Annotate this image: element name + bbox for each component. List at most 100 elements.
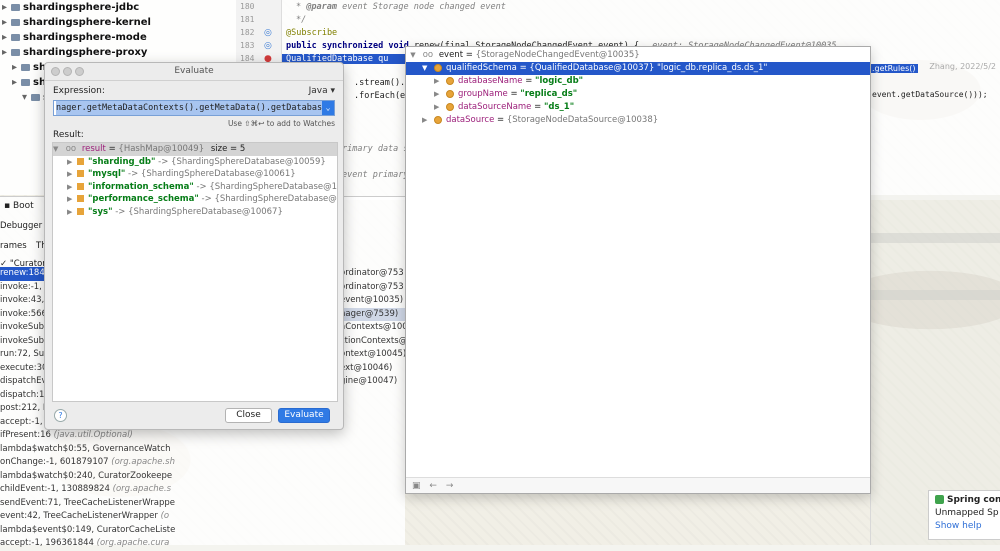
chevron-right-icon[interactable]: ▶ xyxy=(67,206,77,219)
variable-row[interactable]: nager@7539) xyxy=(340,307,406,321)
watch-hint: Use ⇧⌘↩ to add to Watches xyxy=(227,119,335,128)
result-root-row[interactable]: ▼ oo result = {HashMap@10049} size = 5 xyxy=(53,143,337,156)
chevron-down-icon[interactable]: ▼ xyxy=(406,49,420,62)
implementation-gutter-icon[interactable]: ◎ xyxy=(264,28,272,38)
project-tree-item[interactable]: ▸ shardingsphere-mode xyxy=(0,30,240,45)
chevron-down-icon[interactable]: ▼ xyxy=(422,62,434,75)
line-number: 181 xyxy=(240,15,255,24)
code-line: @Subscribe xyxy=(286,28,338,38)
chevron-down-icon[interactable]: ▼ xyxy=(53,143,63,156)
code-line: * @param event Storage node changed even… xyxy=(296,2,506,12)
stack-frame[interactable]: onChange:-1, 601879107 (org.apache.sh xyxy=(0,456,180,470)
show-help-link[interactable]: Show help xyxy=(935,521,996,531)
stack-frame[interactable]: lambda$event$0:149, CuratorCacheListe xyxy=(0,524,180,538)
chevron-right-icon[interactable]: ▶ xyxy=(434,88,446,101)
strip-line xyxy=(871,290,1000,300)
chevron-right-icon[interactable]: ▶ xyxy=(67,156,77,169)
close-button[interactable]: Close xyxy=(225,408,272,423)
stack-frame[interactable]: lambda$watch$0:240, CuratorZookeepe xyxy=(0,470,180,484)
variable-row[interactable]: ctionContexts@ xyxy=(340,335,406,349)
back-arrow-icon[interactable]: ← xyxy=(429,478,437,494)
stack-frame[interactable]: accept:-1, 196361844 (org.apache.cura xyxy=(0,537,180,551)
code-line-overflow: event.getDataSource())); xyxy=(872,90,988,99)
spring-notification[interactable]: Spring confi Unmapped Sp Show help xyxy=(928,490,1000,540)
expression-input[interactable]: nager.getMetaDataContexts().getMetaData(… xyxy=(53,100,335,116)
code-line: rimary data so xyxy=(342,144,414,154)
field-icon xyxy=(434,115,442,124)
variable-row[interactable]: aContexts@100 xyxy=(340,321,406,335)
variable-row[interactable]: ext@10046) xyxy=(340,362,406,376)
chevron-right-icon[interactable]: ▾ xyxy=(22,90,31,105)
result-map-entry[interactable]: ▶ "sys" -> {ShardingSphereDatabase@10067} xyxy=(53,206,337,219)
module-folder-icon xyxy=(21,63,30,71)
project-tree-item[interactable]: ▸ shardingsphere-jdbc xyxy=(0,0,240,15)
result-map-entry[interactable]: ▶ "performance_schema" -> {ShardingSphere… xyxy=(53,193,337,206)
result-map-entry[interactable]: ▶ "sharding_db" -> {ShardingSphereDatabas… xyxy=(53,156,337,169)
language-selector[interactable]: Java ▾ xyxy=(309,86,335,96)
stack-frame[interactable]: sendEvent:71, TreeCacheListenerWrappe xyxy=(0,497,180,511)
popup-field-row[interactable]: ▶ dataSourceName = "ds_1" xyxy=(406,101,870,114)
variable-row[interactable]: event@10035) xyxy=(340,294,406,308)
result-map-entry[interactable]: ▶ "mysql" -> {ShardingSphereDatabase@1006… xyxy=(53,168,337,181)
variable-row[interactable]: ontext@10045) xyxy=(340,348,406,362)
tab-debugger[interactable]: Debugger xyxy=(0,221,42,231)
stack-frame[interactable]: event:42, TreeCacheListenerWrapper (o xyxy=(0,510,180,524)
chevron-right-icon[interactable]: ▶ xyxy=(434,101,446,114)
map-entry-icon xyxy=(77,157,84,165)
popup-root-row[interactable]: ▼ oo event = {StorageNodeChangedEvent@10… xyxy=(406,49,870,62)
field-icon xyxy=(446,89,454,98)
map-entry-icon xyxy=(77,182,84,190)
variable-inspector-popup: ▼ oo event = {StorageNodeChangedEvent@10… xyxy=(405,46,871,494)
module-folder-icon xyxy=(11,18,20,26)
field-icon xyxy=(446,102,454,111)
chevron-right-icon[interactable]: ▸ xyxy=(12,60,21,75)
result-map-entry[interactable]: ▶ "information_schema" -> {ShardingSphere… xyxy=(53,181,337,194)
evaluate-button[interactable]: Evaluate xyxy=(278,408,330,423)
popup-field-row[interactable]: ▶ dataSource = {StorageNodeDataSource@100… xyxy=(406,114,870,127)
chevron-right-icon[interactable]: ▸ xyxy=(2,0,11,15)
map-entry-icon xyxy=(77,170,84,177)
tab-boot[interactable]: ▪ Boot xyxy=(4,201,34,211)
stack-frame[interactable]: childEvent:-1, 130889824 (org.apache.s xyxy=(0,483,180,497)
chevron-right-icon[interactable]: ▶ xyxy=(67,193,77,206)
tab-frames[interactable]: rames xyxy=(0,241,27,251)
dialog-titlebar[interactable]: Evaluate xyxy=(45,63,343,81)
popup-field-row[interactable]: ▶ databaseName = "logic_db" xyxy=(406,75,870,88)
chevron-right-icon[interactable]: ▶ xyxy=(434,75,446,88)
line-number: 182 xyxy=(240,28,255,37)
forward-arrow-icon[interactable]: → xyxy=(446,478,454,494)
variable-row[interactable]: gine@10047) xyxy=(340,375,406,389)
module-folder-icon xyxy=(11,3,20,11)
variable-row[interactable]: ordinator@753 xyxy=(340,267,406,281)
stack-frame[interactable]: ifPresent:16 (java.util.Optional) xyxy=(0,429,180,443)
expression-label: Expression: xyxy=(53,86,105,96)
chevron-right-icon[interactable]: ▸ xyxy=(2,15,11,30)
project-tree-item[interactable]: ▸ shardingsphere-proxy xyxy=(0,45,240,60)
code-line: event primary xyxy=(342,170,409,180)
stack-frame[interactable]: lambda$watch$0:55, GovernanceWatch xyxy=(0,443,180,457)
help-button[interactable]: ? xyxy=(54,409,67,422)
chevron-right-icon[interactable]: ▶ xyxy=(422,114,434,127)
variable-row[interactable]: ordinator@753 xyxy=(340,281,406,295)
object-icon: oo xyxy=(422,50,434,60)
popup-field-row[interactable]: ▶ groupName = "replica_ds" xyxy=(406,88,870,101)
result-tree[interactable]: ▼ oo result = {HashMap@10049} size = 5 ▶… xyxy=(52,142,338,402)
chevron-right-icon[interactable]: ▸ xyxy=(12,75,21,90)
check-icon xyxy=(935,495,944,504)
chevron-down-icon: ▾ xyxy=(330,86,335,96)
chevron-right-icon[interactable]: ▶ xyxy=(67,181,77,194)
chevron-right-icon[interactable]: ▸ xyxy=(2,45,11,60)
history-dropdown-button[interactable]: ⌄ xyxy=(322,101,334,115)
result-label: Result: xyxy=(53,130,84,140)
module-folder-icon xyxy=(11,33,20,41)
chevron-right-icon[interactable]: ▸ xyxy=(2,30,11,45)
line-number: 180 xyxy=(240,2,255,11)
code-line: .stream().f xyxy=(354,78,411,88)
selected-line-overflow: .getRules() xyxy=(870,64,918,73)
project-tree-item[interactable]: ▸ shardingsphere-kernel xyxy=(0,15,240,30)
module-folder-icon xyxy=(11,48,20,56)
override-gutter-icon[interactable]: ◎ xyxy=(264,41,272,51)
popup-field-row[interactable]: ▼ qualifiedSchema = {QualifiedDatabase@10… xyxy=(406,62,870,75)
chevron-right-icon[interactable]: ▶ xyxy=(67,168,77,181)
pin-icon[interactable]: ▣ xyxy=(412,478,421,494)
